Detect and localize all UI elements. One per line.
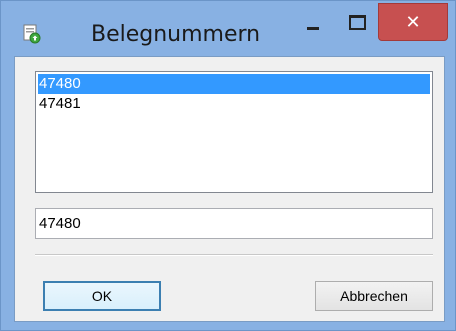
title-bar[interactable]: Belegnummern ✕	[1, 1, 455, 56]
close-icon: ✕	[405, 11, 421, 33]
dialog-client-area: 47480 47481 47480 OK Abbrechen	[14, 56, 445, 322]
app-icon[interactable]	[21, 23, 43, 45]
maximize-button[interactable]	[335, 3, 377, 41]
dialog-window: Belegnummern ✕ 47480 47481 47480 OK Abbr…	[0, 0, 456, 331]
close-button[interactable]: ✕	[378, 3, 448, 41]
minimize-button[interactable]	[289, 3, 333, 41]
window-title: Belegnummern	[91, 22, 261, 47]
cancel-button[interactable]: Abbrechen	[315, 281, 433, 311]
minimize-icon	[307, 27, 319, 30]
number-input[interactable]: 47480	[35, 208, 433, 239]
number-listbox[interactable]: 47480 47481	[35, 71, 433, 193]
ok-button[interactable]: OK	[43, 281, 161, 311]
maximize-icon	[349, 15, 366, 30]
separator	[35, 254, 433, 256]
list-item[interactable]: 47480	[38, 74, 430, 94]
list-item[interactable]: 47481	[38, 94, 430, 114]
